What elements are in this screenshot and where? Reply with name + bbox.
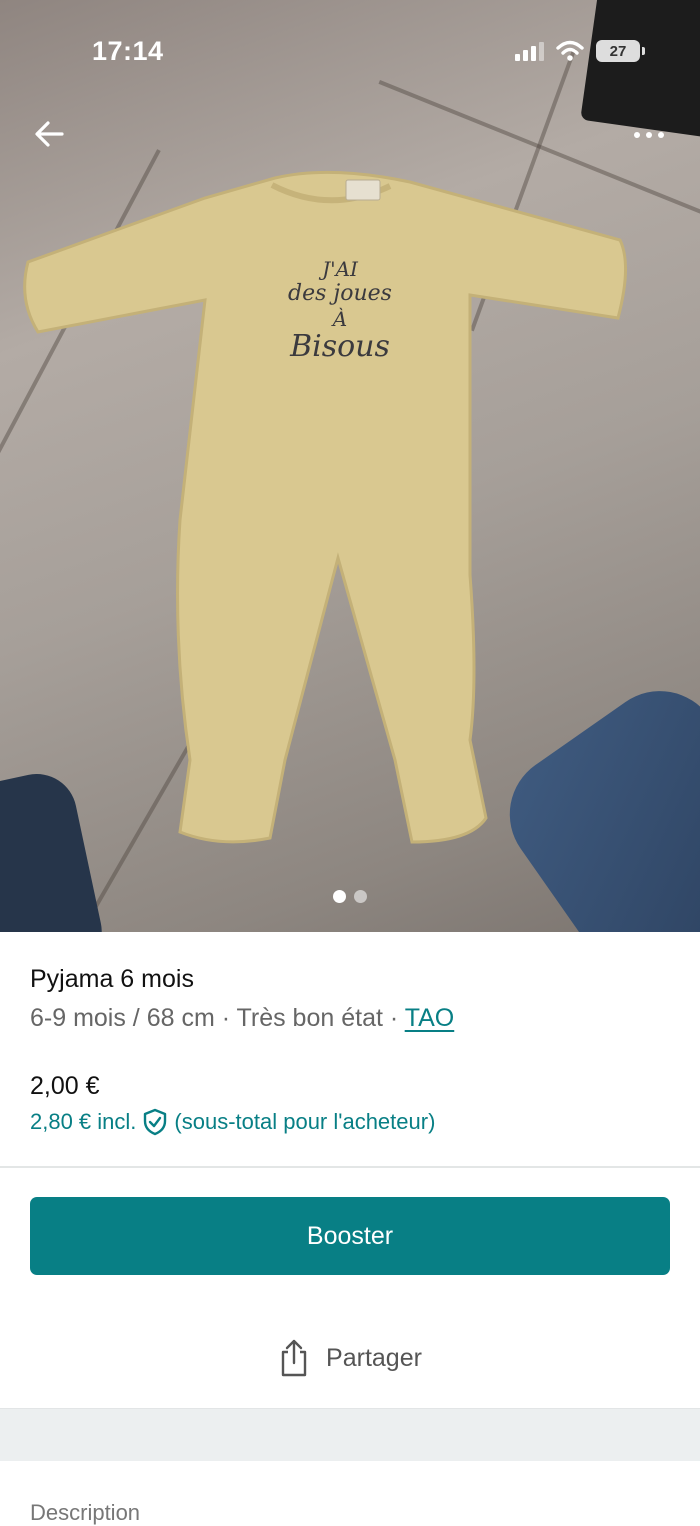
- status-bar: 17:14 27: [0, 0, 700, 100]
- shield-check-icon: [144, 1108, 167, 1136]
- pager-dot-1[interactable]: [333, 890, 346, 903]
- share-button[interactable]: Partager: [0, 1322, 700, 1394]
- photo-pager: [0, 890, 700, 903]
- brand-link[interactable]: TAO: [405, 1004, 455, 1032]
- description-heading: Description: [30, 1500, 141, 1525]
- share-icon: [281, 1339, 307, 1377]
- booster-button[interactable]: Booster: [30, 1197, 670, 1275]
- item-title: Pyjama 6 mois: [30, 965, 194, 993]
- booster-label: Booster: [306, 1221, 394, 1250]
- more-options-button[interactable]: [624, 118, 674, 152]
- share-label: Partager: [326, 1343, 422, 1372]
- back-button[interactable]: [28, 112, 72, 156]
- wifi-icon: [556, 40, 584, 62]
- signal-icon: [515, 41, 544, 61]
- back-arrow-icon: [35, 121, 64, 147]
- item-size-condition: 6-9 mois / 68 cm · Très bon état ·: [30, 1004, 405, 1032]
- onesie-image: J'AI des joues À Bisous: [23, 170, 627, 844]
- more-icon: [634, 132, 640, 138]
- battery-icon: 27: [596, 40, 645, 62]
- item-price: 2,00 €: [30, 1072, 100, 1100]
- status-icons: 27: [515, 40, 645, 62]
- product-photo[interactable]: J'AI des joues À Bisous: [0, 0, 700, 932]
- price-incl-note: (sous-total pour l'acheteur): [174, 1109, 436, 1134]
- divider: [0, 1166, 700, 1168]
- section-separator: [0, 1408, 700, 1461]
- print-line-1: J'AI: [318, 257, 359, 281]
- print-line-4: Bisous: [289, 329, 390, 364]
- item-meta: 6-9 mois / 68 cm · Très bon état · TAO: [30, 1004, 454, 1033]
- status-time: 17:14: [92, 36, 164, 66]
- pager-dot-2[interactable]: [354, 890, 367, 903]
- print-line-3: À: [331, 307, 347, 331]
- print-line-2: des joues: [288, 281, 392, 306]
- buyer-protection-price[interactable]: 2,80 € incl. (sous-total pour l'acheteur…: [30, 1108, 435, 1136]
- price-incl-amount: 2,80 € incl.: [30, 1109, 137, 1134]
- battery-level: 27: [609, 42, 627, 60]
